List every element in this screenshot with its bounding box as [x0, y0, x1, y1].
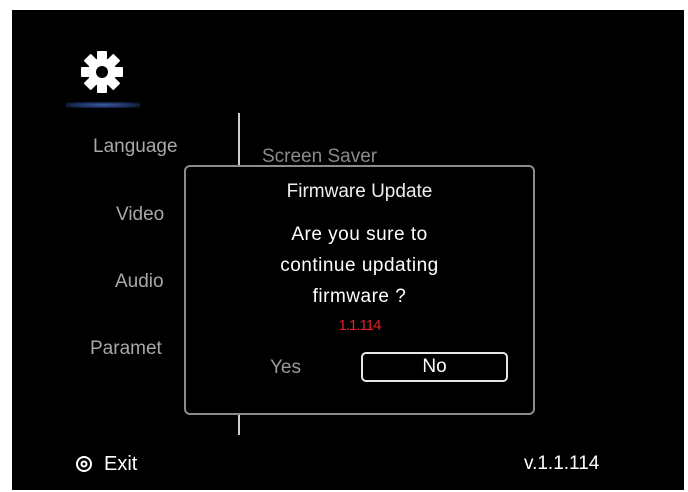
selected-tab-indicator: [66, 102, 140, 108]
settings-screen: Language Video Audio Paramet Screen Save…: [12, 10, 684, 490]
firmware-update-dialog: Firmware Update Are you sure to continue…: [184, 165, 535, 415]
dialog-message-line: firmware ?: [312, 286, 407, 307]
dialog-message-line: Are you sure to: [291, 224, 428, 245]
menu-divider: [238, 113, 240, 165]
dialog-title: Firmware Update: [286, 181, 433, 202]
menu-item-language[interactable]: Language: [93, 136, 178, 158]
firmware-version-text: 1.1.114: [338, 317, 382, 334]
no-button[interactable]: No: [361, 352, 508, 382]
menu-item-parameters[interactable]: Paramet: [90, 338, 162, 360]
yes-button[interactable]: Yes: [270, 357, 301, 379]
menu-item-audio[interactable]: Audio: [115, 271, 164, 293]
gear-icon: [81, 51, 123, 93]
exit-icon[interactable]: [76, 456, 92, 472]
software-version: v.1.1.114: [524, 453, 600, 474]
menu-item-video[interactable]: Video: [116, 204, 164, 226]
exit-label[interactable]: Exit: [104, 453, 137, 476]
dialog-message-line: continue updating: [280, 255, 439, 276]
